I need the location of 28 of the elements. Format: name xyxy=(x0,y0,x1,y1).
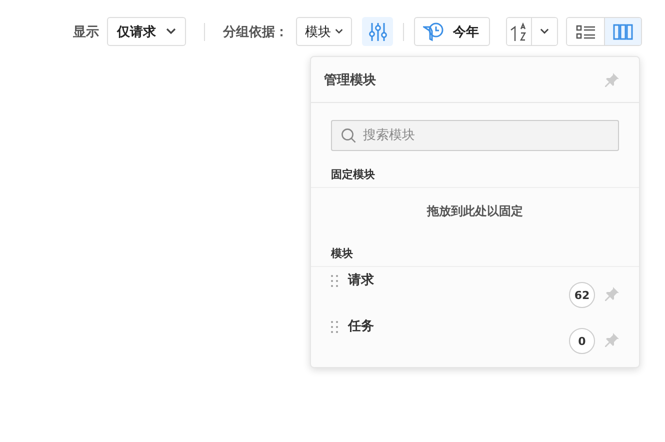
date-filter-button[interactable]: 今年 xyxy=(414,17,490,46)
count-badge: 0 xyxy=(569,328,595,354)
show-dropdown[interactable]: 仅请求 xyxy=(107,17,186,46)
pin-icon[interactable] xyxy=(603,284,621,302)
chevron-icon xyxy=(166,28,176,35)
panel-title: 管理模块 xyxy=(324,72,376,88)
count-badge: 62 xyxy=(569,282,595,308)
clock-funnel-icon xyxy=(423,22,445,42)
sliders-icon xyxy=(368,22,386,42)
show-label: 显示 xyxy=(73,24,99,40)
module-name: 请求 xyxy=(348,272,375,289)
list-icon xyxy=(576,24,596,40)
filter-button[interactable] xyxy=(362,17,393,46)
module-name: 任务 xyxy=(348,318,375,335)
group-by-label: 分组依据： xyxy=(223,24,288,40)
sort-icon xyxy=(509,22,529,42)
group-by-dropdown[interactable]: 模块 xyxy=(296,17,352,46)
drag-handle-icon[interactable] xyxy=(331,321,338,333)
modules-heading: 模块 xyxy=(311,246,639,267)
drop-hint: 拖放到此处以固定 xyxy=(426,203,524,220)
search-field[interactable]: 搜索模块 xyxy=(331,120,619,151)
chevron-icon xyxy=(540,28,549,35)
drag-handle-icon[interactable] xyxy=(331,275,338,287)
pinned-heading: 固定模块 xyxy=(311,167,639,188)
pin-icon[interactable] xyxy=(603,330,621,348)
chevron-icon xyxy=(335,28,343,35)
pin-icon[interactable] xyxy=(603,70,621,88)
board-icon xyxy=(613,24,633,40)
